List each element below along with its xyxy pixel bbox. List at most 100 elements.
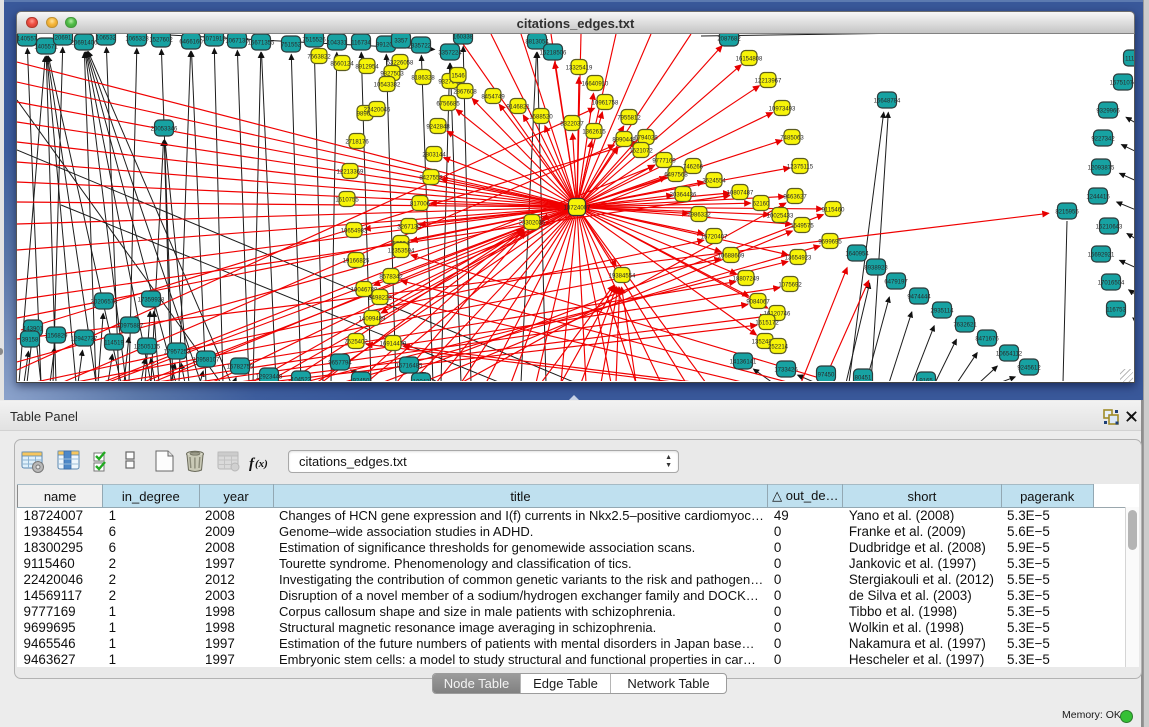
svg-text:10973493: 10973493: [769, 107, 796, 113]
svg-text:1071918: 1071918: [202, 37, 226, 43]
svg-text:10654112: 10654112: [996, 352, 1023, 358]
svg-text:15720407: 15720407: [701, 235, 728, 241]
svg-text:1075692: 1075692: [778, 283, 802, 289]
svg-text:17359938: 17359938: [138, 298, 165, 304]
svg-text:3624554: 3624554: [702, 179, 726, 185]
svg-text:16640910: 16640910: [582, 82, 609, 88]
svg-text:8578342: 8578342: [379, 275, 403, 281]
svg-text:2803144: 2803144: [422, 153, 446, 159]
svg-text:17957253: 17957253: [164, 350, 191, 356]
svg-text:16154808: 16154808: [736, 57, 763, 63]
svg-text:7955812: 7955812: [617, 116, 641, 122]
svg-text:7625402: 7625402: [344, 340, 368, 346]
svg-text:10025433: 10025433: [767, 214, 794, 220]
svg-text:14136141: 14136141: [730, 360, 757, 366]
svg-text:1362615: 1362615: [582, 130, 606, 136]
svg-text:16914479: 16914479: [380, 342, 407, 348]
svg-text:1244415: 1244415: [1086, 195, 1110, 201]
svg-text:9699695: 9699695: [818, 240, 842, 246]
svg-text:12923448: 12923448: [256, 375, 283, 381]
svg-text:15692921: 15692921: [1088, 253, 1115, 259]
svg-text:9165: 9165: [919, 379, 933, 382]
svg-text:1156829: 1156829: [45, 334, 69, 340]
svg-text:8454749: 8454749: [481, 95, 505, 101]
svg-text:6756685: 6756685: [436, 102, 460, 108]
svg-text:8471676: 8471676: [975, 337, 999, 343]
svg-text:10042: 10042: [413, 380, 430, 382]
svg-text:9463627: 9463627: [783, 195, 807, 201]
svg-text:13325419: 13325419: [566, 66, 593, 72]
svg-text:6497568: 6497568: [664, 173, 688, 179]
svg-text:9242848: 9242848: [426, 125, 450, 131]
svg-text:7986322: 7986322: [687, 213, 711, 219]
svg-text:10961758: 10961758: [592, 101, 619, 107]
svg-text:6479197: 6479197: [884, 280, 908, 286]
svg-text:9146821: 9146821: [506, 105, 530, 111]
svg-text:15751074: 15751074: [1110, 81, 1134, 87]
svg-text:9084067: 9084067: [746, 300, 770, 306]
svg-text:16782759: 16782759: [227, 365, 254, 371]
svg-text:3357: 3357: [394, 39, 408, 45]
svg-text:9329966: 9329966: [1096, 109, 1120, 115]
svg-text:16648784: 16648784: [874, 99, 901, 105]
svg-text:8215955: 8215955: [1055, 210, 1079, 216]
svg-text:817006: 817006: [410, 202, 431, 208]
svg-text:20053346: 20053346: [151, 127, 178, 133]
svg-text:114519: 114519: [104, 341, 124, 347]
svg-text:10654983: 10654983: [341, 229, 368, 235]
svg-text:10975887: 10975887: [117, 324, 144, 330]
svg-text:3267130: 3267130: [397, 225, 421, 231]
svg-text:116753: 116753: [1106, 308, 1126, 314]
svg-text:9474444: 9474444: [907, 295, 931, 301]
svg-text:104331: 104331: [327, 41, 348, 47]
svg-text:1527602: 1527602: [149, 38, 173, 44]
svg-text:9245612: 9245612: [1017, 366, 1041, 372]
svg-text:13654923: 13654923: [785, 256, 812, 262]
svg-text:5498222: 5498222: [368, 296, 392, 302]
svg-text:8322037: 8322037: [560, 122, 584, 128]
svg-text:12213967: 12213967: [755, 79, 782, 85]
svg-text:17016504: 17016504: [1098, 281, 1125, 287]
svg-text:18807249: 18807249: [733, 277, 760, 283]
svg-text:160338: 160338: [453, 35, 474, 41]
svg-text:19166825: 19166825: [343, 259, 370, 265]
svg-text:10543382: 10543382: [374, 83, 401, 89]
svg-text:20206578: 20206578: [91, 300, 118, 306]
svg-text:1640954: 1640954: [845, 252, 869, 258]
svg-text:14099489: 14099489: [359, 317, 386, 323]
svg-text:6466160: 6466160: [179, 40, 203, 46]
svg-text:10958107: 10958107: [193, 358, 220, 364]
svg-text:3357224: 3357224: [438, 51, 462, 57]
svg-text:9115460: 9115460: [822, 208, 846, 214]
svg-text:23302035: 23302035: [519, 221, 546, 227]
svg-text:8912954: 8912954: [355, 65, 379, 71]
svg-text:104522: 104522: [291, 378, 312, 382]
svg-text:12093875: 12093875: [1088, 166, 1115, 172]
svg-text:19384554: 19384554: [609, 274, 636, 280]
svg-text:9227342: 9227342: [1091, 137, 1115, 143]
svg-text:16210643: 16210643: [1096, 225, 1123, 231]
svg-text:12375115: 12375115: [787, 165, 814, 171]
svg-text:39158: 39158: [22, 338, 39, 344]
svg-text:2087682: 2087682: [717, 37, 741, 43]
svg-text:8427552: 8427552: [419, 176, 443, 182]
svg-text:15218506: 15218506: [540, 51, 567, 57]
svg-text:18724007: 18724007: [564, 206, 591, 212]
svg-text:1546: 1546: [451, 74, 465, 80]
svg-text:97450: 97450: [818, 373, 835, 379]
svg-text:8186328: 8186328: [411, 76, 435, 82]
svg-text:1588520: 1588520: [529, 115, 553, 121]
svg-text:2867608: 2867608: [453, 90, 477, 96]
svg-text:1733426: 1733426: [774, 368, 798, 374]
svg-text:335722: 335722: [411, 44, 432, 50]
svg-text:140557: 140557: [17, 37, 38, 43]
svg-text:16671355: 16671355: [248, 41, 275, 47]
svg-text:9777169: 9777169: [652, 159, 676, 165]
svg-text:1549575: 1549575: [790, 224, 814, 230]
svg-text:9657794: 9657794: [328, 361, 352, 367]
svg-text:92450: 92450: [353, 379, 370, 382]
svg-text:106532: 106532: [96, 36, 117, 42]
svg-text:751552: 751552: [281, 43, 302, 49]
svg-text:6794028: 6794028: [634, 136, 658, 142]
svg-text:10688609: 10688609: [718, 254, 745, 260]
